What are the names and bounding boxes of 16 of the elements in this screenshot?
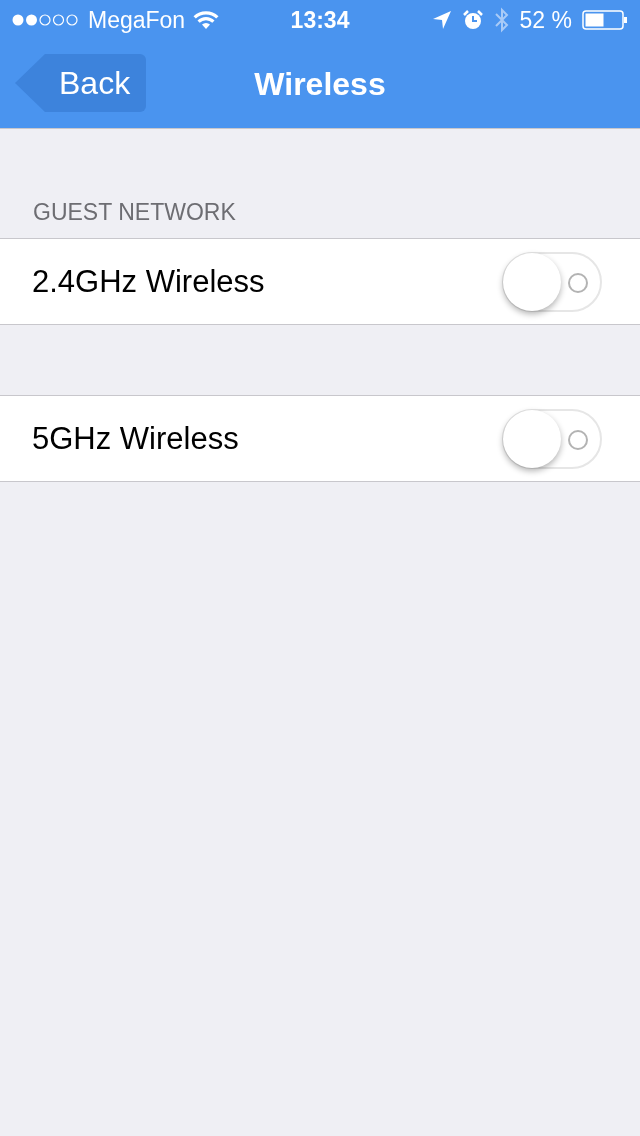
battery-icon [582,10,628,30]
setting-label: 2.4GHz Wireless [32,263,266,300]
alarm-clock-icon [461,9,484,31]
signal-strength-icon [12,13,80,27]
bluetooth-icon [493,7,510,33]
battery-percentage: 52 % [519,6,572,34]
location-arrow-icon [431,10,452,30]
screen-title: Wireless [254,65,386,103]
section-header: GUEST NETWORK [32,199,237,227]
wifi-icon [193,10,220,30]
clock-time: 13:34 [290,6,350,34]
setting-label: 5GHz Wireless [32,420,240,457]
back-button[interactable]: Back [15,54,146,112]
toggle-switch[interactable] [502,408,602,469]
toggle-switch[interactable] [502,251,602,312]
carrier-name: MegaFon [88,6,186,34]
